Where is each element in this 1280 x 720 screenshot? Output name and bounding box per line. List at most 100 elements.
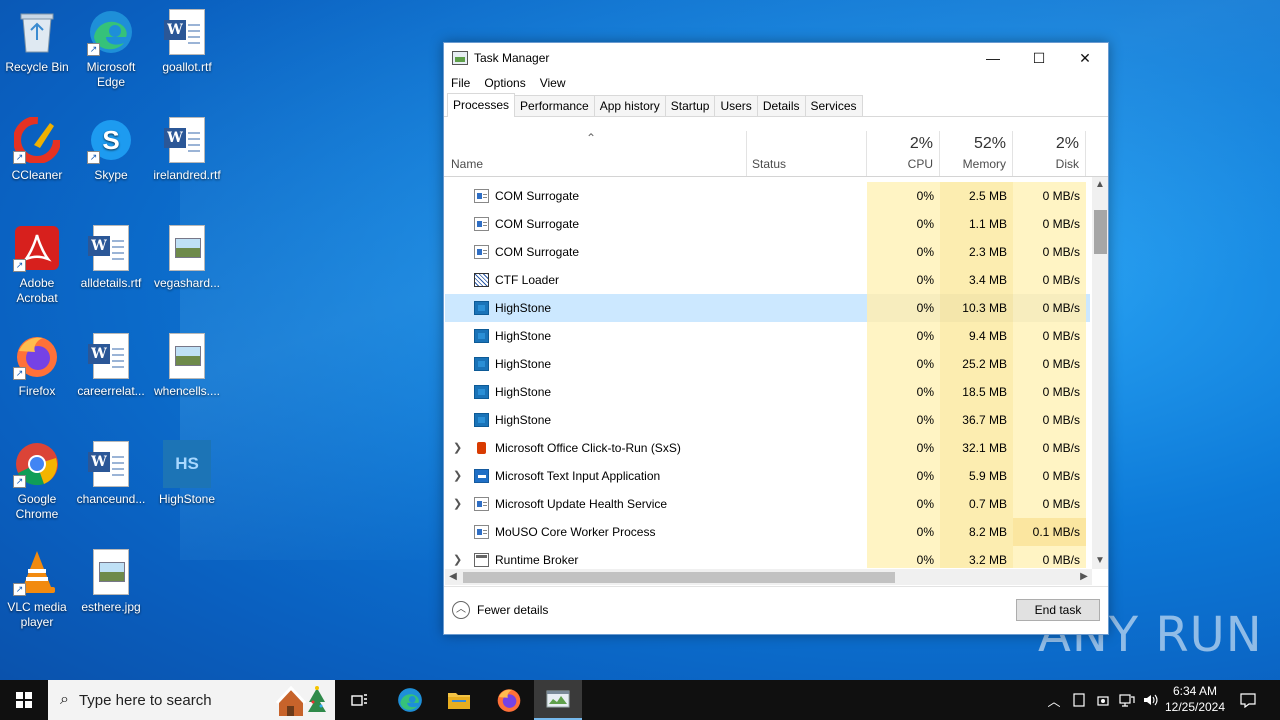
desktop-icon-firefox[interactable]: ↗ Firefox [0, 332, 74, 399]
scroll-left-arrow-icon[interactable]: ◀ [445, 569, 461, 585]
task-view-button[interactable] [336, 680, 384, 720]
desktop-icon-alldetails[interactable]: W alldetails.rtf [74, 224, 148, 291]
desktop-icon-vegashard[interactable]: vegashard... [150, 224, 224, 291]
desktop-icon-chanceund[interactable]: W chanceund... [74, 440, 148, 507]
process-disk: 0 MB/s [1013, 546, 1086, 568]
process-disk: 0 MB/s [1013, 266, 1086, 294]
tray-volume-icon[interactable] [1140, 680, 1162, 720]
column-header-cpu[interactable]: 2% CPU [866, 131, 939, 176]
tray-security-icon[interactable] [1092, 680, 1114, 720]
taskbar-firefox-button[interactable] [485, 680, 533, 720]
process-cpu: 0% [867, 238, 940, 266]
tab-startup[interactable]: Startup [664, 95, 716, 116]
desktop-icon-highstone[interactable]: HS HighStone [150, 440, 224, 507]
end-task-button[interactable]: End task [1016, 599, 1100, 621]
tab-processes[interactable]: Processes [447, 93, 516, 117]
desktop-icon-ccleaner[interactable]: ↗ CCleaner [0, 116, 74, 183]
minimize-button[interactable]: — [970, 43, 1016, 73]
column-header-disk[interactable]: 2% Disk [1012, 131, 1085, 176]
process-memory: 9.4 MB [940, 322, 1013, 350]
process-row[interactable]: ❯ Runtime Broker 0% 3.2 MB 0 MB/s [445, 546, 1090, 568]
desktop-icon-label: VLC media player [7, 600, 67, 629]
menu-view[interactable]: View [540, 76, 566, 90]
title-bar[interactable]: Task Manager — ☐ ✕ [444, 43, 1108, 73]
process-row[interactable]: HighStone 0% 25.2 MB 0 MB/s [445, 350, 1090, 378]
runtime-broker-icon [474, 553, 489, 567]
desktop-icon-google-chrome[interactable]: ↗ Google Chrome [0, 440, 74, 522]
column-header-name[interactable]: ⌃ Name [444, 131, 746, 176]
maximize-button[interactable]: ☐ [1016, 43, 1062, 73]
desktop-icon-adobe-acrobat[interactable]: ↗ Adobe Acrobat [0, 224, 74, 306]
tray-network-icon[interactable] [1116, 680, 1138, 720]
desktop-icon-irelandred[interactable]: W irelandred.rtf [150, 116, 224, 183]
notifications-button[interactable] [1236, 680, 1260, 720]
fewer-details-button[interactable]: ︿ Fewer details [452, 601, 548, 619]
tray-overflow-chevron-icon[interactable]: ︿ [1044, 680, 1064, 720]
process-cpu: 0% [867, 266, 940, 294]
tray-tablet-icon[interactable] [1068, 680, 1090, 720]
scroll-up-arrow-icon[interactable]: ▲ [1092, 177, 1108, 193]
process-disk: 0 MB/s [1013, 490, 1086, 518]
desktop-icon-careerrelat[interactable]: W careerrelat... [74, 332, 148, 399]
process-row[interactable]: ❯ Microsoft Update Health Service 0% 0.7 MB… [445, 490, 1090, 518]
desktop-icon-skype[interactable]: S ↗ Skype [74, 116, 148, 183]
taskbar-search-box[interactable]: ⌕ Type here to search [48, 680, 335, 720]
expand-chevron-icon[interactable]: ❯ [453, 497, 463, 510]
process-name: HighStone [495, 385, 552, 399]
task-manager-window[interactable]: Task Manager — ☐ ✕ File Options View Pro… [443, 42, 1109, 635]
process-disk: 0 MB/s [1013, 462, 1086, 490]
desktop-icon-label: careerrelat... [77, 384, 145, 398]
edge-icon [398, 688, 422, 712]
text-input-icon [474, 469, 489, 483]
vertical-scrollbar[interactable]: ▲ ▼ [1092, 177, 1108, 569]
process-row[interactable]: HighStone 0% 18.5 MB 0 MB/s [445, 378, 1090, 406]
column-header-memory[interactable]: 52% Memory [939, 131, 1012, 176]
expand-chevron-icon[interactable]: ❯ [453, 469, 463, 482]
column-header-status[interactable]: Status [746, 131, 866, 176]
menu-file[interactable]: File [451, 76, 470, 90]
tab-services[interactable]: Services [804, 95, 863, 116]
desktop-icon-label: Recycle Bin [5, 60, 69, 74]
process-row[interactable]: HighStone 0% 9.4 MB 0 MB/s [445, 322, 1090, 350]
desktop-icon-goallot[interactable]: W goallot.rtf [150, 8, 224, 75]
tab-users[interactable]: Users [714, 95, 758, 116]
highstone-icon [474, 385, 489, 399]
menu-options[interactable]: Options [484, 76, 525, 90]
horizontal-scroll-thumb[interactable] [463, 572, 895, 583]
process-memory: 5.9 MB [940, 462, 1013, 490]
scroll-down-arrow-icon[interactable]: ▼ [1092, 553, 1108, 569]
vertical-scroll-thumb[interactable] [1094, 210, 1107, 254]
desktop-icon-whencells[interactable]: whencells.... [150, 332, 224, 399]
scroll-right-arrow-icon[interactable]: ▶ [1076, 569, 1092, 585]
process-row[interactable]: CTF Loader 0% 3.4 MB 0 MB/s [445, 266, 1090, 294]
taskbar-file-explorer-button[interactable] [435, 680, 483, 720]
desktop-icon-microsoft-edge[interactable]: ↗ Microsoft Edge [74, 8, 148, 90]
process-disk: 0 MB/s [1013, 210, 1086, 238]
expand-chevron-icon[interactable]: ❯ [453, 553, 463, 566]
taskbar-clock[interactable]: 6:34 AM 12/25/2024 [1160, 683, 1230, 715]
process-row[interactable]: COM Surrogate 0% 1.1 MB 0 MB/s [445, 210, 1090, 238]
start-button[interactable] [0, 680, 48, 720]
tab-performance[interactable]: Performance [514, 95, 595, 116]
close-button[interactable]: ✕ [1062, 43, 1108, 73]
desktop-icon-vlc[interactable]: ↗ VLC media player [0, 548, 74, 630]
tab-app-history[interactable]: App history [593, 95, 666, 116]
horizontal-scrollbar[interactable]: ◀ ▶ [445, 569, 1092, 585]
process-memory: 36.7 MB [940, 406, 1013, 434]
process-row[interactable]: ❯ Microsoft Office Click-to-Run (SxS) 0% 32… [445, 434, 1090, 462]
desktop-icon-label: Firefox [18, 384, 56, 398]
expand-chevron-icon[interactable]: ❯ [453, 441, 463, 454]
taskbar-task-manager-button[interactable] [534, 680, 582, 720]
process-row[interactable]: ❯ Microsoft Text Input Application 0% 5.9 M… [445, 462, 1090, 490]
process-row[interactable]: COM Surrogate 0% 2.3 MB 0 MB/s [445, 238, 1090, 266]
process-row[interactable]: COM Surrogate 0% 2.5 MB 0 MB/s [445, 182, 1090, 210]
desktop-icon-recycle-bin[interactable]: Recycle Bin [0, 8, 74, 75]
tab-details[interactable]: Details [756, 95, 806, 116]
desktop-icon-esthere[interactable]: esthere.jpg [74, 548, 148, 615]
process-row[interactable]: MoUSO Core Worker Process 0% 8.2 MB 0.1 MB/… [445, 518, 1090, 546]
taskbar-edge-button[interactable] [386, 680, 434, 720]
process-row[interactable]: HighStone 0% 10.3 MB 0 MB/s [445, 294, 1090, 322]
desktop-icon-label: HighStone [158, 492, 216, 506]
process-disk: 0 MB/s [1013, 238, 1086, 266]
process-row[interactable]: HighStone 0% 36.7 MB 0 MB/s [445, 406, 1090, 434]
